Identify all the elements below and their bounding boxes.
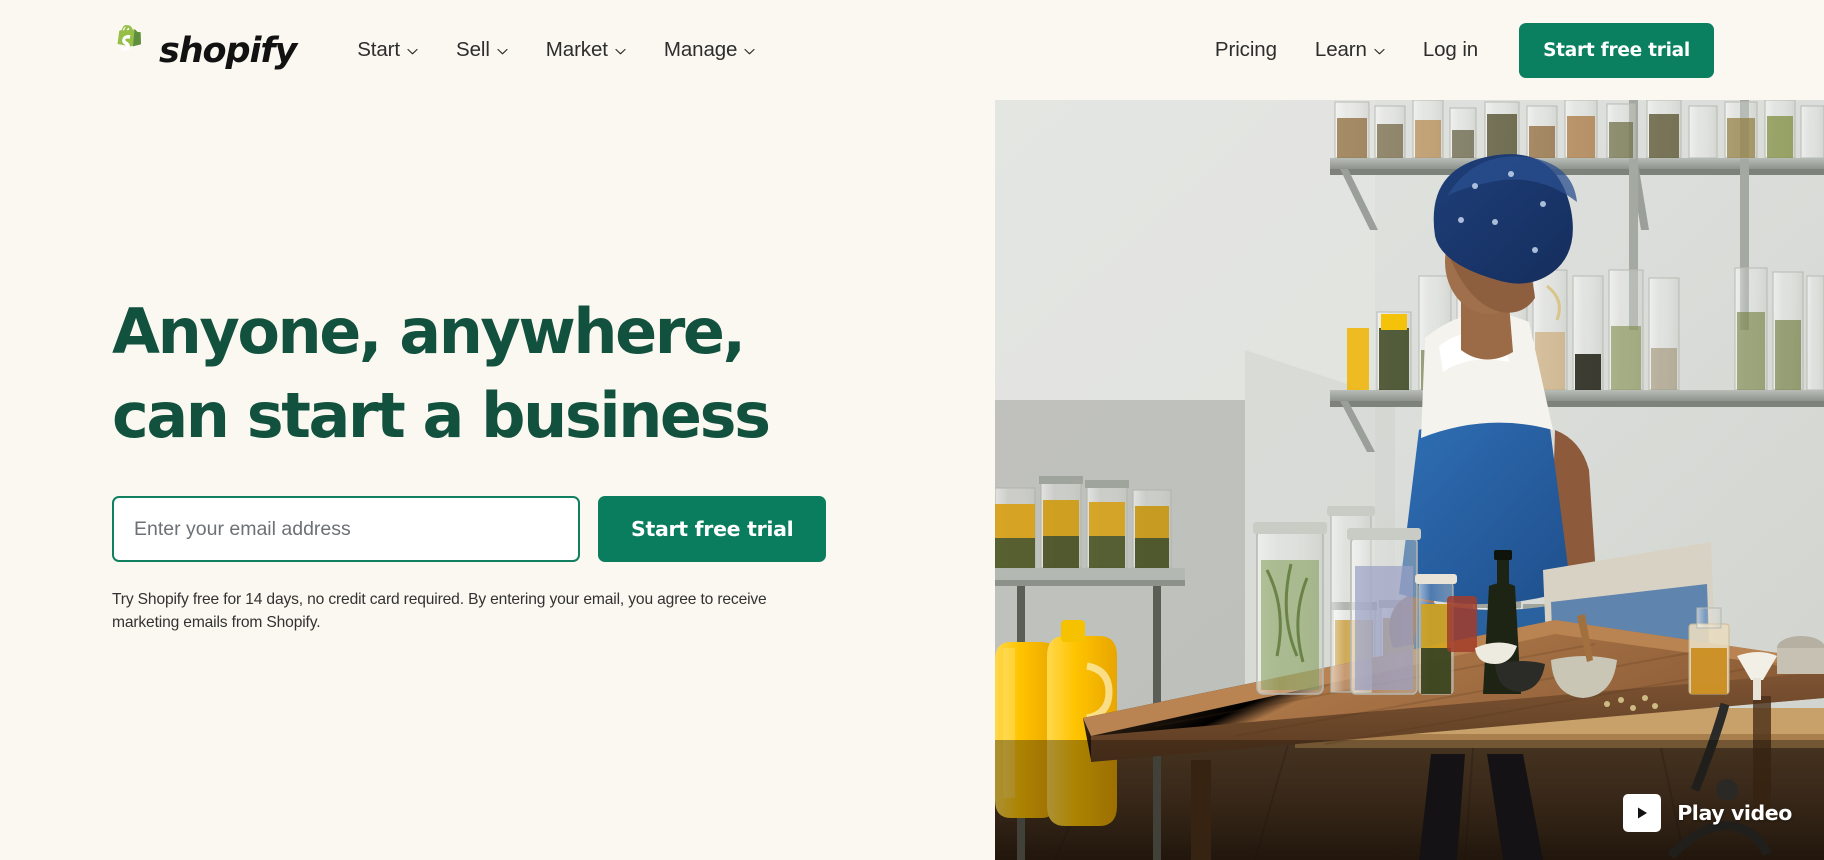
chevron-down-icon [407, 46, 418, 57]
hero-photo: Play video [995, 100, 1824, 860]
nav-item-label: Learn [1314, 38, 1367, 61]
shopify-logo[interactable]: shopify [112, 24, 297, 76]
nav-item-learn[interactable]: Learn [1296, 28, 1404, 72]
nav-item-sell[interactable]: Sell [437, 28, 527, 72]
secondary-nav-links: Pricing Learn Log in Start free trial [1196, 22, 1714, 78]
hero-photo-illustration [995, 100, 1824, 860]
chevron-down-icon [744, 46, 755, 57]
play-triangle-icon [1623, 794, 1662, 832]
nav-item-label: Sell [456, 38, 490, 61]
nav-item-log-in[interactable]: Log in [1404, 28, 1497, 72]
shopify-bag-icon [112, 24, 152, 76]
nav-item-start[interactable]: Start [338, 28, 437, 72]
hero-content: Anyone, anywhere, can start a business S… [112, 290, 852, 634]
nav-item-market[interactable]: Market [527, 28, 645, 72]
nav-item-manage[interactable]: Manage [645, 28, 774, 72]
email-signup-form: Start free trial [112, 496, 852, 562]
main-navbar: shopify Start Sell Market Manage Pricing… [0, 0, 1824, 100]
hero-start-free-trial-button[interactable]: Start free trial [598, 496, 827, 562]
signup-disclaimer: Try Shopify free for 14 days, no credit … [112, 591, 767, 631]
play-video-label: Play video [1677, 801, 1792, 825]
chevron-down-icon [497, 46, 508, 57]
nav-item-pricing[interactable]: Pricing [1196, 28, 1296, 72]
nav-item-label: Pricing [1214, 38, 1277, 61]
nav-item-label: Log in [1422, 38, 1479, 61]
chevron-down-icon [615, 46, 626, 57]
nav-item-label: Market [545, 38, 608, 61]
shopify-landing-page: shopify Start Sell Market Manage Pricing… [0, 0, 1824, 860]
nav-item-label: Manage [663, 38, 738, 61]
play-video-button[interactable]: Play video [1623, 794, 1792, 832]
primary-nav-links: Start Sell Market Manage [338, 28, 774, 72]
shopify-wordmark: shopify [159, 30, 297, 71]
chevron-down-icon [1374, 46, 1385, 57]
nav-item-label: Start [357, 38, 400, 61]
page-title: Anyone, anywhere, can start a business [112, 295, 771, 452]
email-input[interactable] [112, 496, 580, 562]
navbar-start-free-trial-button[interactable]: Start free trial [1519, 22, 1714, 78]
